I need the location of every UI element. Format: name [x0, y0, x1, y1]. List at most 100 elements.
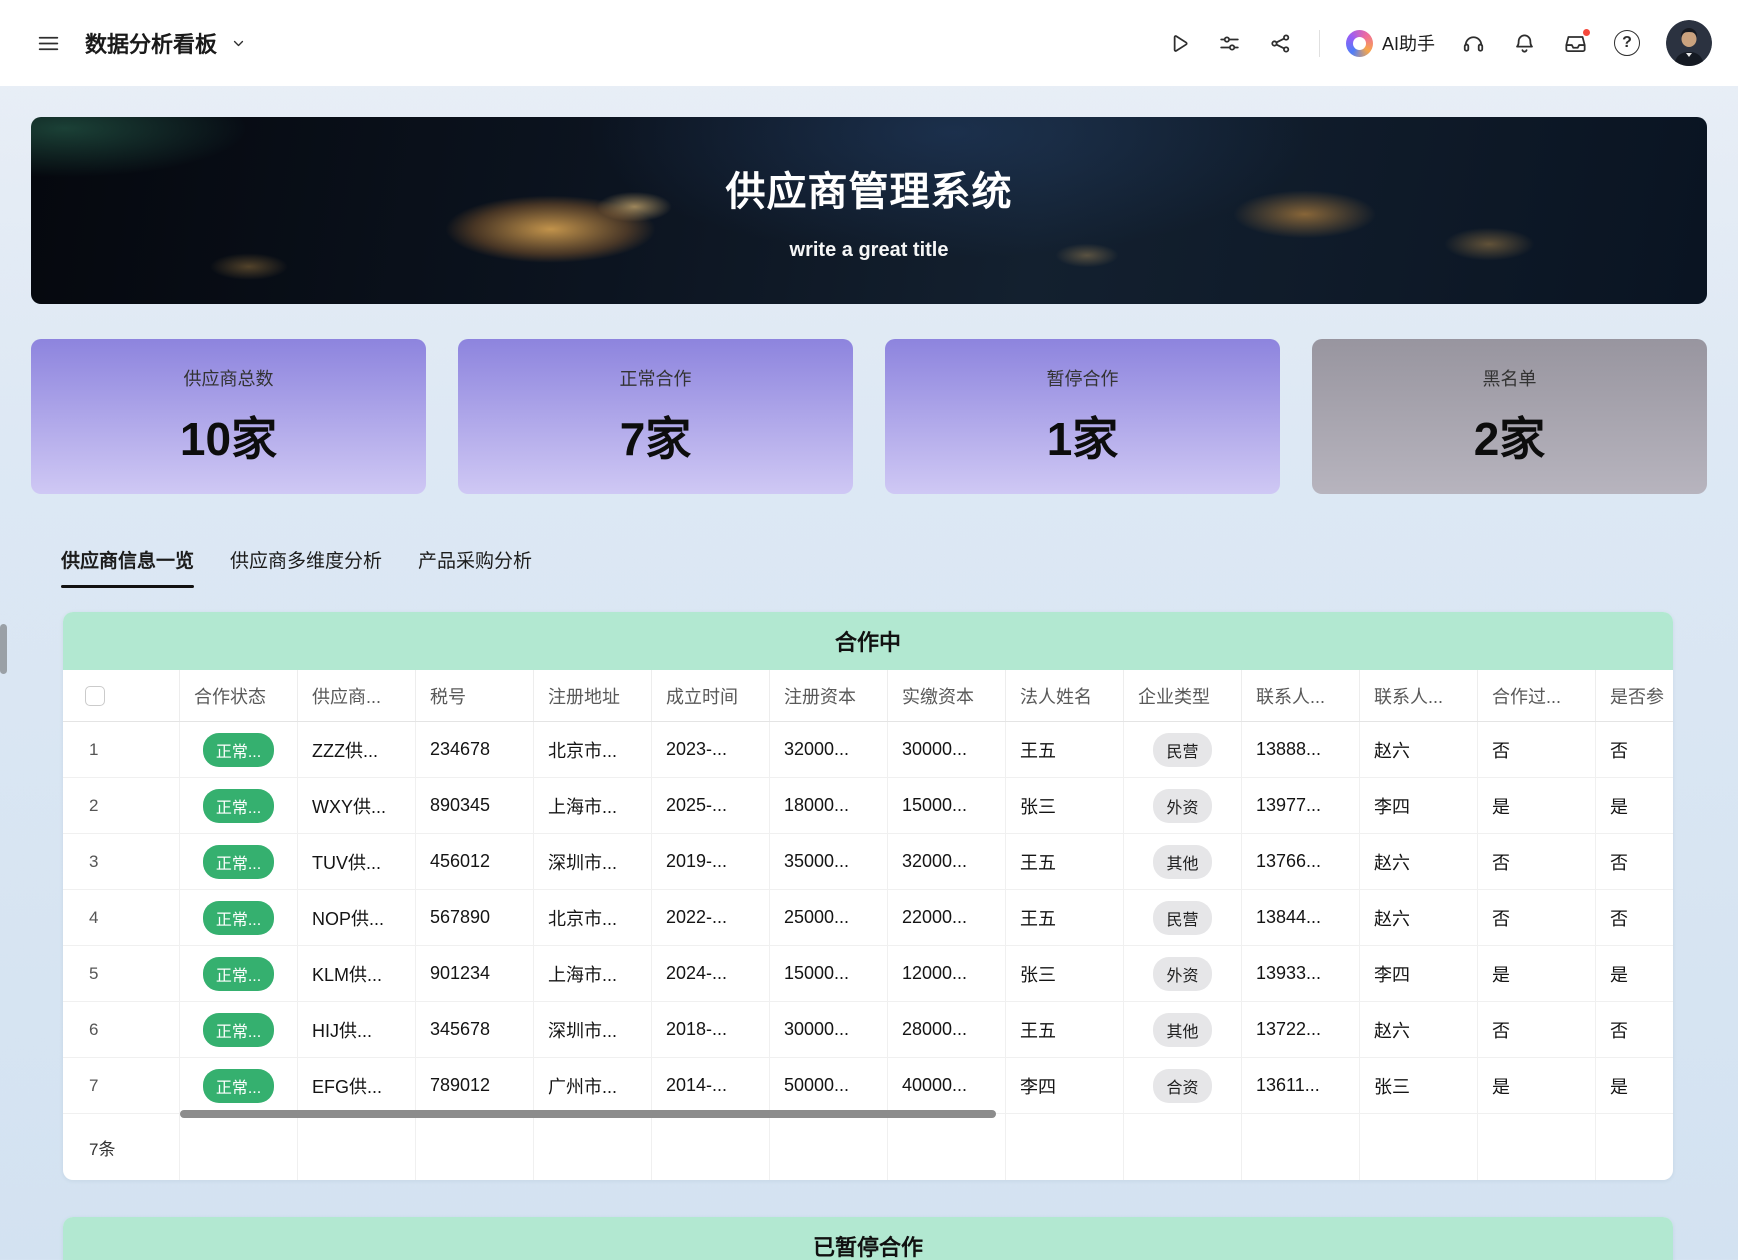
- participation-flag-cell: 否: [1596, 890, 1673, 945]
- tab-supplier-multidim-analysis[interactable]: 供应商多维度分析: [230, 546, 382, 588]
- column-header[interactable]: 注册地址: [534, 670, 652, 721]
- stat-card-normal-cooperation[interactable]: 正常合作 7家: [458, 339, 853, 494]
- founded-date-cell: 2022-...: [652, 890, 770, 945]
- column-header[interactable]: 供应商...: [298, 670, 416, 721]
- stat-label: 正常合作: [620, 365, 692, 391]
- table-row[interactable]: 7 正常... EFG供... 789012 广州市... 2014-... 5…: [63, 1058, 1673, 1114]
- company-type-cell: 其他: [1124, 834, 1242, 889]
- column-header[interactable]: 联系人...: [1360, 670, 1478, 721]
- share-button[interactable]: [1268, 31, 1293, 56]
- share-icon: [1268, 31, 1293, 56]
- company-type-cell: 民营: [1124, 890, 1242, 945]
- stat-label: 暂停合作: [1047, 365, 1119, 391]
- inbox-button[interactable]: [1563, 31, 1588, 56]
- avatar[interactable]: [1666, 20, 1712, 66]
- row-index: 1: [63, 722, 180, 777]
- legal-person-cell: 王五: [1006, 834, 1124, 889]
- address-cell: 北京市...: [534, 890, 652, 945]
- present-button[interactable]: [1166, 31, 1191, 56]
- column-header[interactable]: 合作状态: [180, 670, 298, 721]
- row-index: 7: [63, 1058, 180, 1113]
- registered-capital-cell: 50000...: [770, 1058, 888, 1113]
- tax-id-cell: 567890: [416, 890, 534, 945]
- contact-phone-cell: 13933...: [1242, 946, 1360, 1001]
- topbar-divider: [1319, 30, 1320, 57]
- cooperation-flag-cell: 是: [1478, 1058, 1596, 1113]
- bell-icon: [1512, 31, 1537, 56]
- column-header[interactable]: 法人姓名: [1006, 670, 1124, 721]
- company-type-cell: 外资: [1124, 778, 1242, 833]
- company-type-badge: 合资: [1153, 1069, 1211, 1103]
- contact-name-cell: 李四: [1360, 778, 1478, 833]
- paid-capital-cell: 22000...: [888, 890, 1006, 945]
- stat-value: 2家: [1474, 403, 1546, 469]
- app: 数据分析看板 AI助手: [0, 0, 1738, 1260]
- paid-capital-cell: 30000...: [888, 722, 1006, 777]
- address-cell: 深圳市...: [534, 1002, 652, 1057]
- column-header[interactable]: 合作过...: [1478, 670, 1596, 721]
- board-title[interactable]: 数据分析看板: [85, 27, 217, 59]
- column-header[interactable]: 实缴资本: [888, 670, 1006, 721]
- menu-button[interactable]: [36, 31, 61, 56]
- table-row[interactable]: 3 正常... TUV供... 456012 深圳市... 2019-... 3…: [63, 834, 1673, 890]
- participation-flag-cell: 是: [1596, 1058, 1673, 1113]
- column-header[interactable]: 企业类型: [1124, 670, 1242, 721]
- sliders-icon: [1217, 31, 1242, 56]
- stat-value: 7家: [620, 403, 692, 469]
- row-index: 4: [63, 890, 180, 945]
- company-type-badge: 民营: [1153, 733, 1211, 767]
- ai-assistant-button[interactable]: AI助手: [1346, 30, 1435, 57]
- table-row[interactable]: 5 正常... KLM供... 901234 上海市... 2024-... 1…: [63, 946, 1673, 1002]
- tax-id-cell: 456012: [416, 834, 534, 889]
- status-badge: 正常...: [203, 845, 274, 879]
- registered-capital-cell: 30000...: [770, 1002, 888, 1057]
- footer-cell: [1596, 1114, 1673, 1180]
- paid-capital-cell: 28000...: [888, 1002, 1006, 1057]
- settings-button[interactable]: [1217, 31, 1242, 56]
- column-header[interactable]: 是否参: [1596, 670, 1673, 721]
- status-cell: 正常...: [180, 1058, 298, 1113]
- hero-banner: 供应商管理系统 write a great title: [31, 117, 1707, 304]
- row-count: 7条: [63, 1114, 180, 1180]
- stat-value: 1家: [1047, 403, 1119, 469]
- table-horizontal-scrollbar[interactable]: [180, 1110, 996, 1118]
- column-header[interactable]: 联系人...: [1242, 670, 1360, 721]
- table-row[interactable]: 1 正常... ZZZ供... 234678 北京市... 2023-... 3…: [63, 722, 1673, 778]
- help-button[interactable]: ?: [1614, 30, 1640, 56]
- stat-value: 10家: [180, 403, 277, 469]
- tab-product-purchase-analysis[interactable]: 产品采购分析: [418, 546, 532, 588]
- tab-supplier-overview[interactable]: 供应商信息一览: [61, 546, 194, 588]
- column-header[interactable]: 注册资本: [770, 670, 888, 721]
- footer-cell: [1124, 1114, 1242, 1180]
- stat-card-total-suppliers[interactable]: 供应商总数 10家: [31, 339, 426, 494]
- hero-subtitle[interactable]: write a great title: [790, 239, 949, 262]
- table-row[interactable]: 6 正常... HIJ供... 345678 深圳市... 2018-... 3…: [63, 1002, 1673, 1058]
- column-header[interactable]: 税号: [416, 670, 534, 721]
- table-row[interactable]: 4 正常... NOP供... 567890 北京市... 2022-... 2…: [63, 890, 1673, 946]
- chevron-down-icon[interactable]: [229, 34, 248, 53]
- column-header[interactable]: 成立时间: [652, 670, 770, 721]
- stat-card-blacklist[interactable]: 黑名单 2家: [1312, 339, 1707, 494]
- topbar: 数据分析看板 AI助手: [0, 0, 1738, 86]
- table-row[interactable]: 2 正常... WXY供... 890345 上海市... 2025-... 1…: [63, 778, 1673, 834]
- stat-card-paused-cooperation[interactable]: 暂停合作 1家: [885, 339, 1280, 494]
- address-cell: 广州市...: [534, 1058, 652, 1113]
- hero-title[interactable]: 供应商管理系统: [726, 159, 1013, 217]
- legal-person-cell: 李四: [1006, 1058, 1124, 1113]
- topbar-left: 数据分析看板: [36, 27, 248, 59]
- support-button[interactable]: [1461, 31, 1486, 56]
- page-scrollbar[interactable]: [0, 624, 7, 674]
- status-cell: 正常...: [180, 1002, 298, 1057]
- notifications-button[interactable]: [1512, 31, 1537, 56]
- participation-flag-cell: 否: [1596, 834, 1673, 889]
- status-cell: 正常...: [180, 778, 298, 833]
- select-all-cell: [63, 670, 180, 721]
- status-badge: 正常...: [203, 733, 274, 767]
- row-index: 5: [63, 946, 180, 1001]
- select-all-checkbox[interactable]: [85, 686, 105, 706]
- founded-date-cell: 2025-...: [652, 778, 770, 833]
- address-cell: 上海市...: [534, 778, 652, 833]
- supplier-cell: WXY供...: [298, 778, 416, 833]
- footer-cell: [1006, 1114, 1124, 1180]
- paused-group-title: 已暂停合作: [813, 1230, 923, 1260]
